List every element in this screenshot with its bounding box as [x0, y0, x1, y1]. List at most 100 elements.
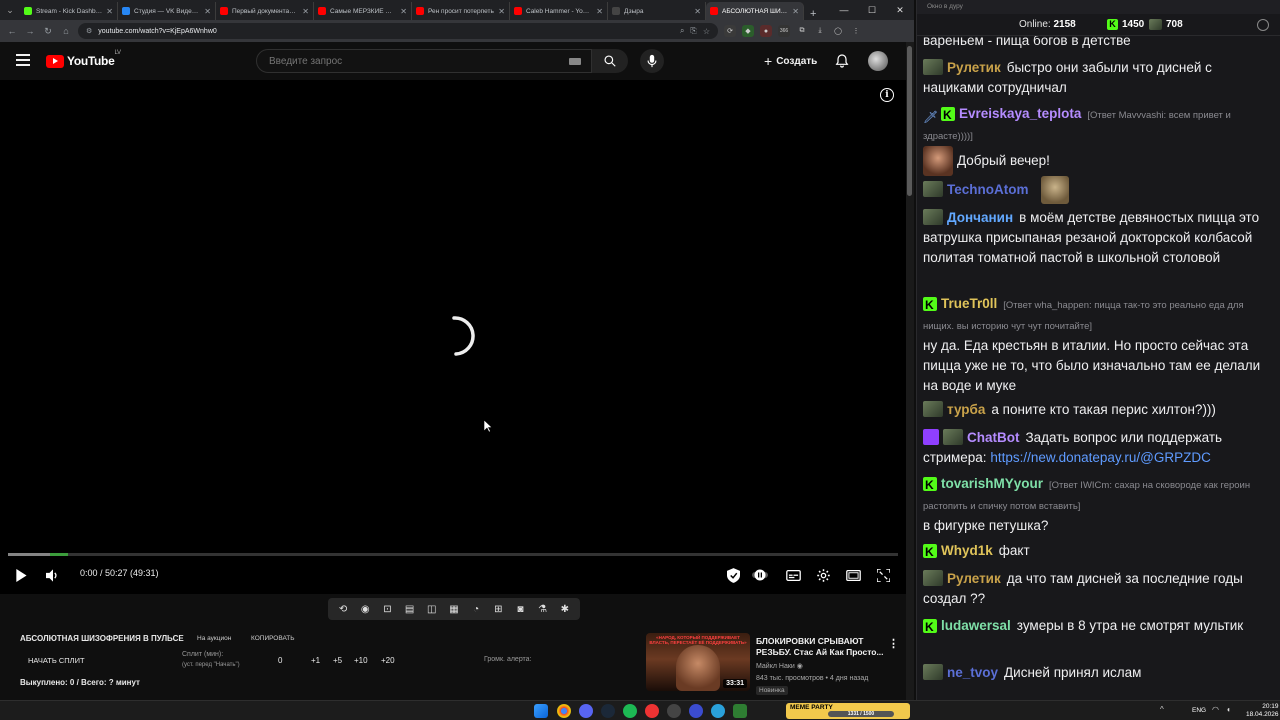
discord-icon[interactable]: [579, 704, 593, 718]
browser-tab[interactable]: АБСОЛЮТНАЯ ШИЗО ✕: [706, 2, 804, 20]
forward-icon[interactable]: →: [24, 26, 36, 36]
auction-button[interactable]: На аукцион: [197, 635, 231, 642]
adblock-shield-button[interactable]: [724, 562, 742, 588]
frame-icon[interactable]: ▦: [445, 604, 463, 615]
video-thumbnail[interactable]: «НАРОД, КОТОРЫЙ ПОДДЕРЖИВАЕТ ВЛАСТЬ, ПЕР…: [646, 633, 750, 691]
recommended-video[interactable]: «НАРОД, КОТОРЫЙ ПОДДЕРЖИВАЕТ ВЛАСТЬ, ПЕР…: [646, 633, 908, 699]
pip-icon[interactable]: ◫: [423, 604, 441, 615]
create-button[interactable]: + Создать: [758, 51, 823, 71]
menu-kebab-icon[interactable]: ⋮: [850, 25, 862, 37]
bookmark-star-icon[interactable]: ☆: [703, 27, 710, 36]
tab-close-icon[interactable]: ✕: [498, 7, 505, 16]
language-indicator[interactable]: ENG: [1192, 707, 1206, 714]
chat-username[interactable]: TrueTr0ll: [941, 296, 997, 311]
chat-link[interactable]: https://new.donatepay.ru/@GRPZDC: [990, 450, 1211, 465]
increment-button-20[interactable]: +20: [381, 656, 395, 665]
info-icon[interactable]: i: [880, 88, 894, 102]
browser-tab[interactable]: Stream - Kick Dashboar ✕: [20, 2, 118, 20]
screenshot-settings-icon[interactable]: ⊡: [378, 604, 396, 615]
tab-close-icon[interactable]: ✕: [694, 7, 701, 16]
reload-icon[interactable]: ↻: [42, 26, 54, 37]
split-value[interactable]: 0: [278, 656, 282, 665]
scrollbar-thumb[interactable]: [907, 46, 912, 196]
keyboard-icon[interactable]: [569, 57, 581, 65]
chat-username[interactable]: TechnoAtom: [947, 182, 1029, 197]
windows-start-icon[interactable]: [534, 704, 548, 718]
site-info-icon[interactable]: ⚙: [86, 27, 92, 35]
chat-settings-icon[interactable]: [1257, 19, 1269, 31]
increment-button-5[interactable]: +5: [333, 656, 342, 665]
extension-badge-icon[interactable]: 366: [778, 25, 790, 37]
start-split-button[interactable]: НАЧАТЬ СПЛИТ: [28, 656, 85, 665]
close-window-icon[interactable]: ✕: [886, 0, 914, 20]
maximize-icon[interactable]: ☐: [858, 0, 886, 20]
channel-name[interactable]: Майкл Наки ◉: [756, 662, 803, 670]
profile-icon[interactable]: ◯: [832, 25, 844, 37]
chat-username[interactable]: Рулетик: [947, 571, 1001, 586]
speed-icon[interactable]: ◔: [467, 604, 485, 615]
tab-close-icon[interactable]: ✕: [204, 7, 211, 16]
search-button[interactable]: [592, 49, 628, 73]
chat-username[interactable]: турба: [947, 402, 985, 417]
app-icon-2[interactable]: [689, 704, 703, 718]
theater-mode-button[interactable]: [844, 562, 862, 588]
zoom-icon[interactable]: ⌕: [680, 26, 684, 36]
voice-search-button[interactable]: [640, 49, 664, 73]
browser-tab[interactable]: Дзыра ✕: [608, 2, 706, 20]
chat-username[interactable]: tovarishMYyour: [941, 476, 1043, 491]
loop-icon[interactable]: ⟲: [334, 604, 352, 615]
browser-tab[interactable]: Первый документальн ✕: [216, 2, 314, 20]
cinema-icon[interactable]: ▤: [401, 604, 419, 615]
chat-username[interactable]: ludawersal: [941, 618, 1011, 633]
meme-party-widget[interactable]: MEME PARTY 1331 / 1500: [786, 703, 910, 719]
more-options-icon[interactable]: ⋮: [888, 637, 899, 650]
subtitles-button[interactable]: [784, 562, 802, 588]
browser-tab[interactable]: Рен просит потерпеть ✕: [412, 2, 510, 20]
camera-icon[interactable]: ◙: [511, 604, 529, 615]
account-avatar[interactable]: [868, 51, 888, 71]
chat-username[interactable]: ChatBot: [967, 430, 1020, 445]
notifications-bell-icon[interactable]: [834, 53, 850, 69]
youtube-logo[interactable]: YouTubeLV: [46, 50, 121, 68]
cast-icon[interactable]: ⎘: [690, 26, 696, 36]
steam-icon[interactable]: [601, 704, 615, 718]
browser-tab[interactable]: Caleb Hammer - YouT... ✕: [510, 2, 608, 20]
app-icon-3[interactable]: [733, 704, 747, 718]
recommended-video-title[interactable]: БЛОКИРОВКИ СРЫВАЮТ РЕЗЬБУ. Стас Ай Как П…: [756, 636, 886, 658]
play-button[interactable]: [12, 562, 30, 588]
browser-tab[interactable]: Самые МЕРЗКИЕ фору ✕: [314, 2, 412, 20]
tab-close-icon[interactable]: ✕: [302, 7, 309, 16]
home-icon[interactable]: ⌂: [60, 26, 72, 36]
spotify-icon[interactable]: [623, 704, 637, 718]
increment-button-1[interactable]: +1: [311, 656, 320, 665]
page-scrollbar[interactable]: [906, 42, 914, 700]
speaker-icon[interactable]: ◖: [1226, 705, 1231, 714]
chat-username[interactable]: Whyd1k: [941, 543, 993, 558]
chat-username[interactable]: ne_tvoy: [947, 665, 998, 680]
copy-button[interactable]: КОПИРОВАТЬ: [251, 635, 295, 642]
chat-username[interactable]: Дончанин: [947, 210, 1013, 225]
tab-close-icon[interactable]: ✕: [400, 7, 407, 16]
obs-icon[interactable]: [645, 704, 659, 718]
extension-icon-2[interactable]: ◆: [742, 25, 754, 37]
tab-close-icon[interactable]: ✕: [106, 7, 113, 16]
new-tab-button[interactable]: +: [804, 8, 822, 20]
increment-button-10[interactable]: +10: [354, 656, 368, 665]
tab-close-icon[interactable]: ✕: [792, 7, 799, 16]
clock[interactable]: 20:19 18.04.2026: [1246, 703, 1279, 719]
chrome-icon[interactable]: [557, 704, 571, 718]
add-clip-icon[interactable]: ⊞: [489, 604, 507, 615]
audio-waves-icon[interactable]: ◉: [356, 604, 374, 615]
hamburger-menu-icon[interactable]: [16, 54, 30, 66]
omnibox[interactable]: ⚙ youtube.com/watch?v=KjEpA6Wnhw0 ⌕ ⎘ ☆: [78, 23, 718, 39]
chat-username[interactable]: Рулетик: [947, 60, 1001, 75]
chat-username[interactable]: Evreiskaya_teplota: [959, 106, 1081, 121]
video-player[interactable]: i 0:00 / 50:27 (49:31): [0, 80, 906, 594]
autoplay-toggle[interactable]: [750, 562, 770, 588]
extension-icon-3[interactable]: ●: [760, 25, 772, 37]
tab-search-icon[interactable]: ⌄: [0, 0, 20, 20]
flask-icon[interactable]: ⚗: [534, 604, 552, 615]
downloads-icon[interactable]: ⤓: [814, 25, 826, 37]
search-input[interactable]: [267, 54, 569, 68]
back-icon[interactable]: ←: [6, 26, 18, 36]
